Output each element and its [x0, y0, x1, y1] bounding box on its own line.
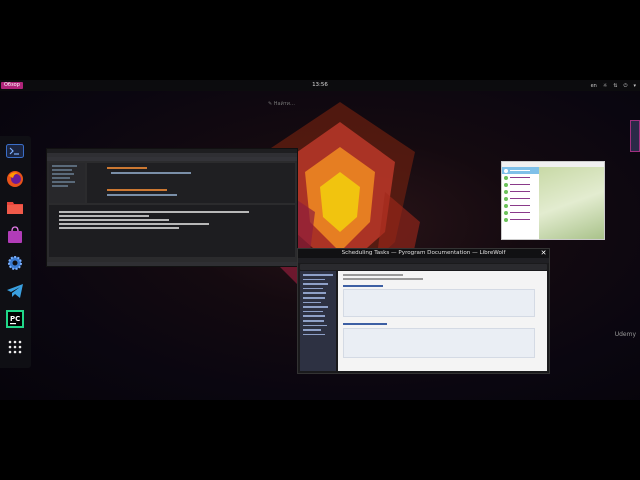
console-line [59, 219, 169, 221]
pycharm-window[interactable] [46, 148, 298, 267]
network-icon[interactable]: ⇅ [613, 83, 617, 89]
code-line [107, 194, 177, 196]
desktop: Обзор 13:56 en ☼ ⇅ ⏻ ▾ ✎ Найти… PC Sched… [0, 80, 640, 400]
code-line [111, 172, 191, 174]
list-item[interactable] [502, 167, 539, 174]
power-icon[interactable]: ⏻ [624, 83, 628, 89]
system-tray: en ☼ ⇅ ⏻ ▾ [591, 80, 636, 91]
chat-list[interactable] [502, 167, 539, 239]
settings-icon[interactable] [4, 252, 26, 274]
list-item[interactable] [502, 216, 539, 223]
code-line [107, 189, 167, 191]
console-line [59, 215, 149, 217]
search-placeholder: Найти… [273, 101, 296, 107]
firefox-icon[interactable] [4, 168, 26, 190]
search-field[interactable]: ✎ Найти… [268, 101, 295, 107]
clock[interactable]: 13:56 [0, 80, 640, 91]
apps-grid-icon[interactable] [4, 336, 26, 358]
address-bar[interactable] [300, 264, 547, 270]
udemy-watermark: Udemy [614, 331, 636, 338]
pycharm-icon[interactable]: PC [4, 308, 26, 330]
list-item[interactable] [502, 174, 539, 181]
accessibility-icon[interactable]: ☼ [603, 83, 607, 89]
ide-toolbar[interactable] [47, 157, 297, 161]
console-line [59, 223, 209, 225]
browser-tab-strip[interactable] [298, 258, 549, 263]
list-item[interactable] [502, 202, 539, 209]
svg-text:PC: PC [10, 315, 20, 323]
run-console[interactable] [49, 205, 295, 257]
list-item[interactable] [502, 181, 539, 188]
top-bar: Обзор 13:56 en ☼ ⇅ ⏻ ▾ [0, 80, 640, 91]
edit-icon: ✎ [268, 101, 273, 107]
list-item[interactable] [502, 209, 539, 216]
telegram-window[interactable] [501, 161, 605, 240]
code-line [107, 167, 147, 169]
menu-chevron-icon[interactable]: ▾ [633, 83, 636, 89]
docs-content[interactable] [338, 271, 547, 371]
telegram-icon[interactable] [4, 280, 26, 302]
software-store-icon[interactable] [4, 224, 26, 246]
list-item[interactable] [502, 195, 539, 202]
console-line [59, 227, 179, 229]
workspace-thumbnail[interactable] [630, 120, 640, 152]
code-block [343, 328, 535, 358]
browser-title-bar[interactable]: Scheduling Tasks — Pyrogram Documentatio… [298, 249, 549, 258]
code-block [343, 289, 535, 317]
docs-sidebar[interactable] [300, 271, 336, 371]
project-panel[interactable] [49, 163, 85, 203]
list-item[interactable] [502, 188, 539, 195]
files-icon[interactable] [4, 196, 26, 218]
ide-status-bar [47, 262, 297, 266]
close-icon[interactable]: ✕ [539, 249, 548, 258]
dock: PC [0, 136, 31, 368]
code-editor[interactable] [87, 163, 295, 203]
browser-window[interactable]: Scheduling Tasks — Pyrogram Documentatio… [297, 248, 550, 374]
console-line [59, 211, 249, 213]
terminal-icon[interactable] [4, 140, 26, 162]
language-indicator[interactable]: en [591, 83, 597, 89]
chat-view[interactable] [539, 167, 604, 239]
browser-title: Scheduling Tasks — Pyrogram Documentatio… [341, 250, 506, 256]
